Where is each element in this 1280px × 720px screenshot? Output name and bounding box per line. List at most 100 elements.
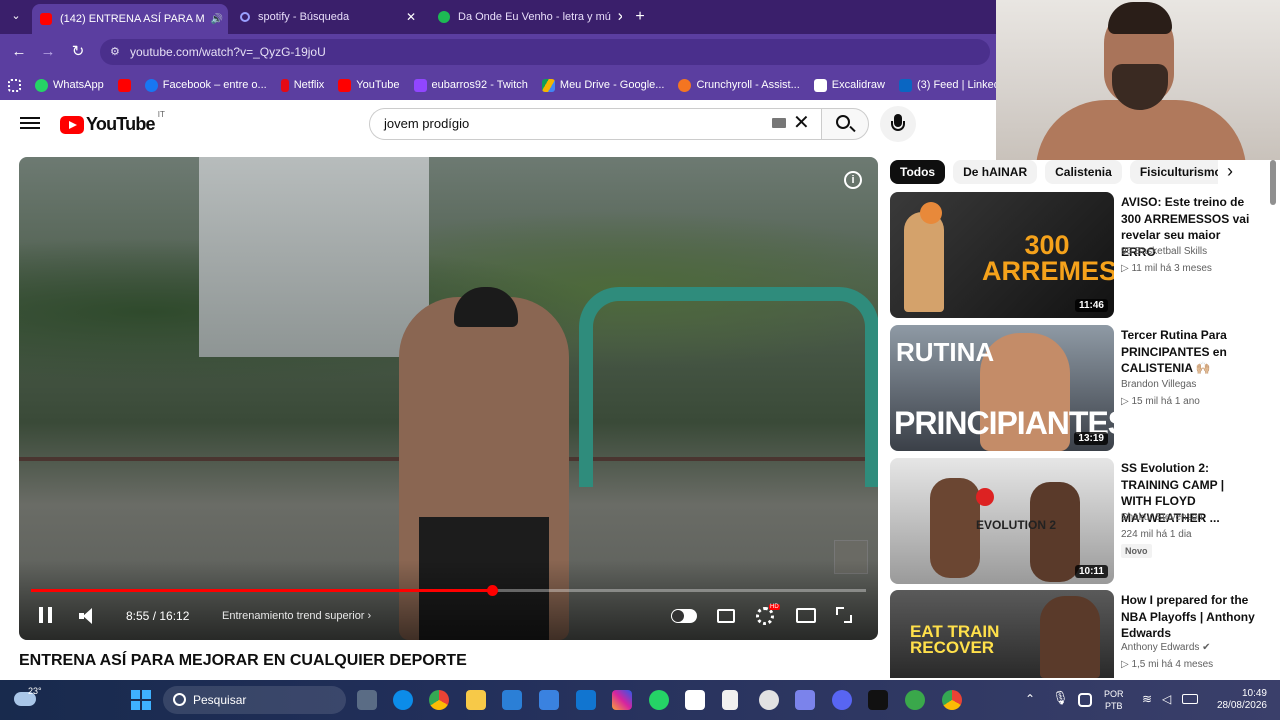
autoplay-toggle[interactable] xyxy=(671,609,697,623)
obs-icon[interactable] xyxy=(759,690,779,710)
back-arrow-icon[interactable]: ← xyxy=(9,42,29,62)
chevron-right-icon[interactable]: › xyxy=(1218,160,1242,184)
vscode-icon[interactable] xyxy=(502,690,522,710)
new-tab-button[interactable]: + xyxy=(630,7,650,27)
outlook-icon[interactable] xyxy=(576,690,596,710)
clock[interactable]: 10:49 28/08/2026 xyxy=(1207,688,1267,712)
scrollbar[interactable] xyxy=(1266,160,1274,680)
keyboard-layout: PTB xyxy=(1105,701,1123,711)
file-explorer-icon[interactable] xyxy=(466,690,486,710)
video-thumbnail[interactable]: 300 ARREMESSOS 11:46 xyxy=(890,192,1114,318)
chevron-up-icon[interactable]: ⌃ xyxy=(1025,692,1035,706)
channel-name[interactable]: Shakur Stevenson xyxy=(1121,512,1203,523)
video-thumbnail[interactable]: RUTINA PRINCIPIANTES 13:19 xyxy=(890,325,1114,451)
recommendation-item[interactable]: RUTINA PRINCIPIANTES 13:19 Tercer Rutina… xyxy=(890,325,1260,451)
search-input[interactable]: jovem prodígio xyxy=(369,108,821,140)
apps-grid-icon[interactable] xyxy=(8,78,21,92)
recommendation-item[interactable]: EAT TRAIN RECOVER How I prepared for the… xyxy=(890,590,1260,678)
chip-calistenia[interactable]: Calistenia xyxy=(1045,160,1122,184)
keyboard-icon[interactable] xyxy=(772,118,786,128)
chip-de-hainar[interactable]: De hAINAR xyxy=(953,160,1038,184)
recommendation-item[interactable]: 300 ARREMESSOS 11:46 AVISO: Este treino … xyxy=(890,192,1260,318)
display-icon[interactable] xyxy=(1078,693,1092,707)
site-info-icon[interactable]: ⚙ xyxy=(110,39,120,65)
bookmark-facebook[interactable]: Facebook – entre o... xyxy=(144,78,267,92)
wifi-icon[interactable]: ≋ xyxy=(1142,692,1152,706)
chip-fisiculturismo[interactable]: Fisiculturismo xyxy=(1129,160,1232,184)
scrollbar-thumb[interactable] xyxy=(1270,160,1276,205)
bookmark-excalidraw[interactable]: Excalidraw xyxy=(813,78,885,92)
progress-bar[interactable] xyxy=(31,585,866,596)
theater-mode-icon[interactable] xyxy=(796,608,816,623)
bookmark-whatsapp[interactable]: WhatsApp xyxy=(35,78,104,92)
youtube-header: YouTube IT jovem prodígio ✕ xyxy=(0,100,996,148)
windows-taskbar: 23° Pesquisar ⌃ 🎙 POR PTB ≋ ◁ 10:49 28/0… xyxy=(0,680,1280,720)
duration-badge: 11:46 xyxy=(1074,299,1108,312)
volume-icon[interactable] xyxy=(79,608,97,624)
video-title[interactable]: Tercer Rutina Para PRINCIPANTES en CALIS… xyxy=(1121,327,1257,377)
bookmark-netflix[interactable]: Netflix xyxy=(280,78,324,92)
close-tab-icon[interactable]: ✕ xyxy=(400,10,416,24)
tab-spotify-search[interactable]: spotify - Búsqueda ✕ xyxy=(232,4,424,30)
video-thumbnail[interactable]: EVOLUTION 2 10:11 xyxy=(890,458,1114,584)
bookmark-crunchyroll[interactable]: Crunchyroll - Assist... xyxy=(678,78,800,92)
voice-search-button[interactable] xyxy=(880,106,916,142)
bookmark-linkedin[interactable]: (3) Feed | LinkedIn xyxy=(898,78,996,92)
battery-icon[interactable] xyxy=(1182,694,1198,704)
fullscreen-icon[interactable] xyxy=(836,607,852,623)
edge-icon[interactable] xyxy=(393,690,413,710)
tab-spotify-song[interactable]: Da Onde Eu Venho - letra y mú ✕ xyxy=(430,4,622,30)
language-indicator[interactable]: POR PTB xyxy=(1104,688,1124,712)
taskbar-search[interactable]: Pesquisar xyxy=(163,686,346,714)
chevron-right-icon: › xyxy=(367,610,372,622)
video-meta: ▷ 1,5 mi há 4 meses xyxy=(1121,659,1214,670)
store-icon[interactable] xyxy=(539,690,559,710)
tiktok-icon[interactable] xyxy=(868,690,888,710)
instagram-icon[interactable] xyxy=(612,690,632,710)
url-field[interactable]: ⚙ youtube.com/watch?v=_QyzG-19joU xyxy=(100,39,990,65)
channel-name[interactable]: 96 Basketball Skills xyxy=(1121,246,1207,257)
tab-youtube[interactable]: (142) ENTRENA ASÍ PARA M 🔊 ✕ xyxy=(32,4,228,34)
video-thumbnail[interactable]: EAT TRAIN RECOVER xyxy=(890,590,1114,678)
document-icon[interactable] xyxy=(722,690,738,710)
pause-button[interactable] xyxy=(39,607,53,623)
weather-widget[interactable]: 23° xyxy=(14,686,42,706)
chrome-profile-icon[interactable] xyxy=(942,690,962,710)
close-tab-icon[interactable]: ✕ xyxy=(223,12,228,26)
close-tab-icon[interactable]: ✕ xyxy=(611,10,622,24)
microphone-icon[interactable]: 🎙 xyxy=(1052,690,1072,710)
chapter-button[interactable]: Entrenamiento trend superior › xyxy=(222,610,371,622)
forward-arrow-icon[interactable]: → xyxy=(38,42,58,62)
recommendation-item[interactable]: EVOLUTION 2 10:11 SS Evolution 2: TRAINI… xyxy=(890,458,1260,584)
video-title[interactable]: How I prepared for the NBA Playoffs | An… xyxy=(1121,592,1257,642)
discord-icon[interactable] xyxy=(832,690,852,710)
info-icon[interactable]: i xyxy=(844,171,862,189)
start-button[interactable] xyxy=(131,690,151,710)
teams-icon[interactable] xyxy=(795,690,815,710)
tab-list-icon[interactable]: ⌄ xyxy=(6,6,26,26)
hamburger-menu-icon[interactable] xyxy=(20,114,40,134)
scrubber-handle[interactable] xyxy=(486,585,498,596)
bookmark-youtube[interactable]: YouTube xyxy=(338,78,400,92)
channel-name[interactable]: Brandon Villegas xyxy=(1121,379,1196,390)
video-player[interactable]: i 8:55 / 16:12 Entrenamiento trend super… xyxy=(19,157,878,640)
clear-search-icon[interactable]: ✕ xyxy=(793,112,810,134)
bookmark-twitch[interactable]: eubarros92 - Twitch xyxy=(413,78,528,92)
volume-icon[interactable]: ◁ xyxy=(1162,692,1171,706)
channel-name[interactable]: Anthony Edwards ✔ xyxy=(1121,642,1211,653)
task-view-icon[interactable] xyxy=(357,690,377,710)
bookmark-google-drive[interactable]: Meu Drive - Google... xyxy=(541,78,664,92)
audio-icon[interactable]: 🔊 xyxy=(211,14,223,25)
chip-todos[interactable]: Todos xyxy=(890,160,946,184)
whatsapp-icon[interactable] xyxy=(649,690,669,710)
chrome-icon[interactable] xyxy=(429,690,449,710)
reload-icon[interactable]: ↻ xyxy=(68,42,88,62)
search-button[interactable] xyxy=(821,108,869,140)
excalidraw-icon[interactable] xyxy=(685,690,705,710)
youtube-logo[interactable]: YouTube IT xyxy=(60,110,165,135)
bookmark-youtube-icon-only[interactable] xyxy=(117,78,131,92)
app-icon[interactable] xyxy=(905,690,925,710)
tab-title: Da Onde Eu Venho - letra y mú xyxy=(458,11,611,23)
netflix-icon xyxy=(280,78,289,92)
subtitles-icon[interactable] xyxy=(717,609,735,623)
